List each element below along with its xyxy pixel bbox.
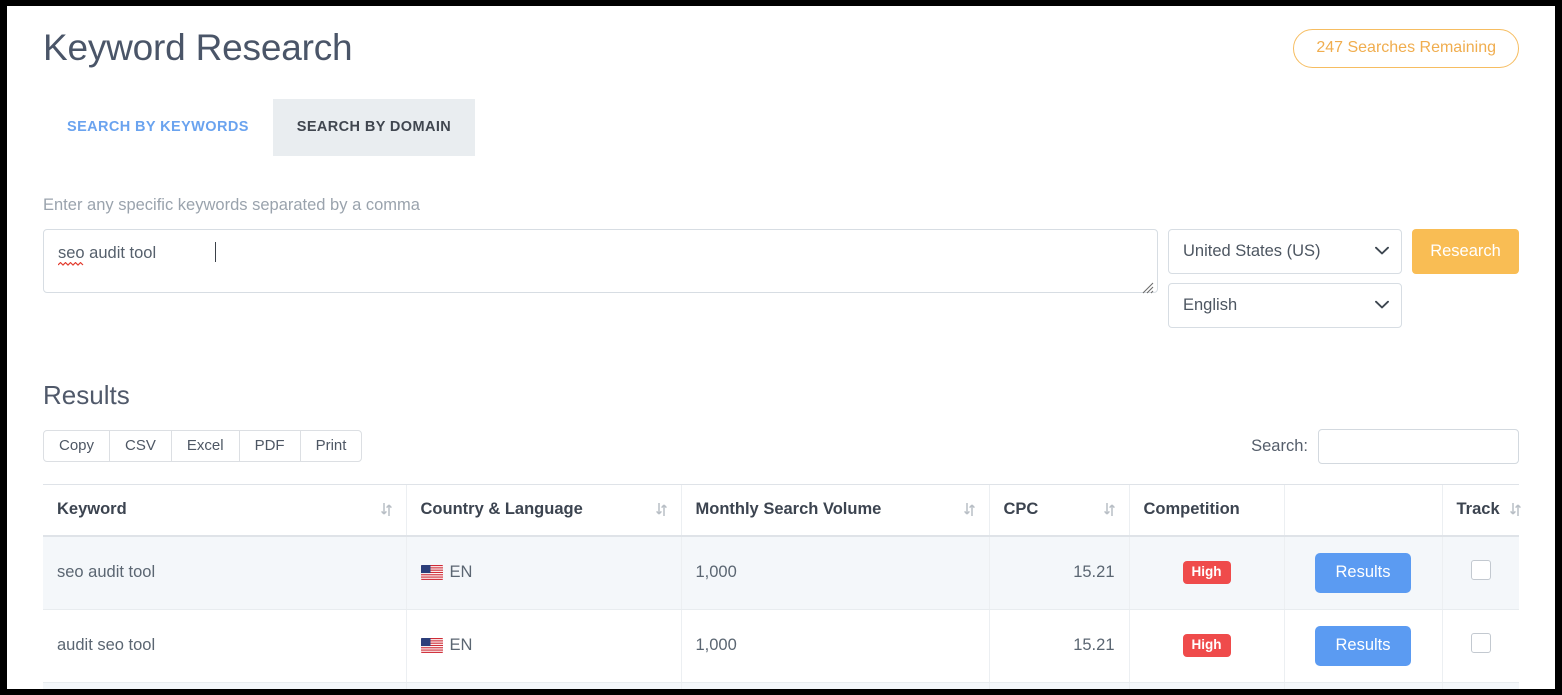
- table-row: seo audit tool: [43, 536, 1519, 610]
- copy-button[interactable]: Copy: [43, 430, 110, 462]
- language-select[interactable]: English: [1168, 283, 1402, 328]
- cell-country-language: EN: [406, 536, 681, 610]
- us-flag-icon: [421, 565, 443, 580]
- column-label: Competition: [1144, 500, 1240, 519]
- country-select-wrapper: United States (US): [1168, 229, 1402, 274]
- cell-cpc: 15.21: [989, 609, 1129, 682]
- competition-badge: High: [1183, 561, 1231, 584]
- keyword-research-page: Keyword Research 247 Searches Remaining …: [7, 6, 1555, 689]
- locale-selectors: United States (US) English: [1168, 229, 1402, 328]
- column-header-country-language[interactable]: Country & Language: [406, 484, 681, 536]
- tab-search-by-keywords[interactable]: SEARCH BY KEYWORDS: [43, 99, 273, 156]
- sort-icon: [381, 502, 392, 517]
- cell-cpc: 15.21: [989, 536, 1129, 610]
- track-checkbox[interactable]: [1471, 633, 1491, 653]
- column-label: Monthly Search Volume: [696, 500, 882, 519]
- column-header-actions: [1284, 484, 1442, 536]
- column-header-monthly-search-volume[interactable]: Monthly Search Volume: [681, 484, 989, 536]
- cell-track: [1442, 609, 1519, 682]
- column-label: CPC: [1004, 500, 1039, 519]
- excel-button[interactable]: Excel: [171, 430, 240, 462]
- keyword-results-table: Keyword Country & Language: [43, 484, 1519, 689]
- competition-badge: High: [1183, 634, 1231, 657]
- table-header: Keyword Country & Language: [43, 484, 1519, 536]
- us-flag-icon: [421, 638, 443, 653]
- cell-track: [1442, 536, 1519, 610]
- cell-monthly-search-volume: 1,000: [681, 536, 989, 610]
- keyword-helper-text: Enter any specific keywords separated by…: [43, 196, 1519, 215]
- csv-button[interactable]: CSV: [109, 430, 172, 462]
- print-button[interactable]: Print: [300, 430, 363, 462]
- page-title: Keyword Research: [43, 28, 352, 69]
- table-row: [43, 682, 1519, 689]
- cell-competition: High: [1129, 536, 1284, 610]
- results-heading: Results: [43, 380, 1519, 411]
- cell-keyword: [43, 682, 406, 689]
- sort-icon: [656, 502, 667, 517]
- pdf-button[interactable]: PDF: [239, 430, 301, 462]
- column-header-track[interactable]: Track: [1442, 484, 1519, 536]
- table-search-input[interactable]: [1318, 429, 1519, 464]
- cell-actions: Results: [1284, 609, 1442, 682]
- cell-competition: [1129, 682, 1284, 689]
- column-label: Keyword: [57, 500, 127, 519]
- table-search-label: Search:: [1251, 437, 1308, 456]
- sort-icon: [1510, 502, 1521, 517]
- table-header-row: Keyword Country & Language: [43, 484, 1519, 536]
- cell-actions: [1284, 682, 1442, 689]
- cell-competition: High: [1129, 609, 1284, 682]
- table-toolbar: Copy CSV Excel PDF Print Search:: [43, 429, 1519, 464]
- text-cursor: [215, 242, 216, 262]
- table-body: seo audit tool: [43, 536, 1519, 689]
- table-search: Search:: [1251, 429, 1519, 464]
- column-header-competition[interactable]: Competition: [1129, 484, 1284, 536]
- sort-icon: [1104, 502, 1115, 517]
- sort-icon: [964, 502, 975, 517]
- cell-monthly-search-volume: [681, 682, 989, 689]
- table-row: audit seo tool: [43, 609, 1519, 682]
- keyword-search-form: United States (US) English Research: [43, 229, 1519, 328]
- column-header-keyword[interactable]: Keyword: [43, 484, 406, 536]
- page-header: Keyword Research 247 Searches Remaining: [43, 6, 1519, 69]
- cell-country-language: EN: [406, 609, 681, 682]
- column-label: Country & Language: [421, 500, 583, 519]
- keyword-input[interactable]: [43, 229, 1158, 293]
- keyword-input-wrapper: [43, 229, 1158, 298]
- track-checkbox[interactable]: [1471, 560, 1491, 580]
- cell-actions: Results: [1284, 536, 1442, 610]
- row-results-button[interactable]: Results: [1315, 553, 1410, 593]
- language-select-wrapper: English: [1168, 283, 1402, 328]
- search-mode-tabs: SEARCH BY KEYWORDS SEARCH BY DOMAIN: [43, 99, 1519, 156]
- export-button-group: Copy CSV Excel PDF Print: [43, 430, 362, 462]
- row-results-button[interactable]: Results: [1315, 626, 1410, 666]
- cell-country-language: [406, 682, 681, 689]
- searches-remaining-badge: 247 Searches Remaining: [1293, 29, 1519, 68]
- cell-track: [1442, 682, 1519, 689]
- tab-search-by-domain[interactable]: SEARCH BY DOMAIN: [273, 99, 475, 156]
- cell-keyword: seo audit tool: [43, 536, 406, 610]
- research-button[interactable]: Research: [1412, 229, 1519, 274]
- app-window: Keyword Research 247 Searches Remaining …: [7, 6, 1555, 689]
- cell-cpc: [989, 682, 1129, 689]
- country-select[interactable]: United States (US): [1168, 229, 1402, 274]
- cell-keyword: audit seo tool: [43, 609, 406, 682]
- column-label: Track: [1457, 500, 1500, 519]
- cell-language: EN: [450, 636, 473, 655]
- cell-monthly-search-volume: 1,000: [681, 609, 989, 682]
- column-header-cpc[interactable]: CPC: [989, 484, 1129, 536]
- cell-language: EN: [450, 563, 473, 582]
